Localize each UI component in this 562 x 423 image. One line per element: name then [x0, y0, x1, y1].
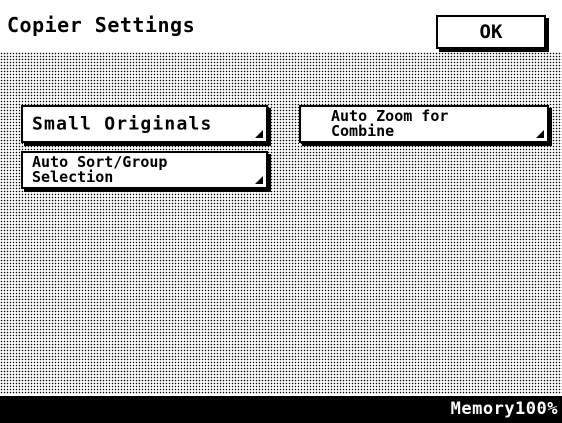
settings-panel [0, 52, 562, 394]
auto-sort-group-selection-button[interactable]: Auto Sort/Group Selection [21, 151, 268, 189]
auto-sort-label: Auto Sort/Group Selection [32, 153, 168, 186]
small-originals-button[interactable]: Small Originals [21, 105, 268, 143]
copier-settings-screen: Copier Settings OK Small Originals Auto … [0, 0, 562, 423]
small-originals-label: Small Originals [32, 113, 213, 135]
auto-zoom-label: Auto Zoom for Combine [331, 107, 449, 140]
title-bar: Copier Settings OK [0, 0, 562, 50]
ok-button[interactable]: OK [436, 15, 546, 49]
auto-zoom-for-combine-button[interactable]: Auto Zoom for Combine [299, 105, 549, 143]
memory-status: Memory100% [450, 399, 558, 419]
status-bar: Memory100% [0, 396, 562, 423]
page-title: Copier Settings [7, 13, 196, 37]
